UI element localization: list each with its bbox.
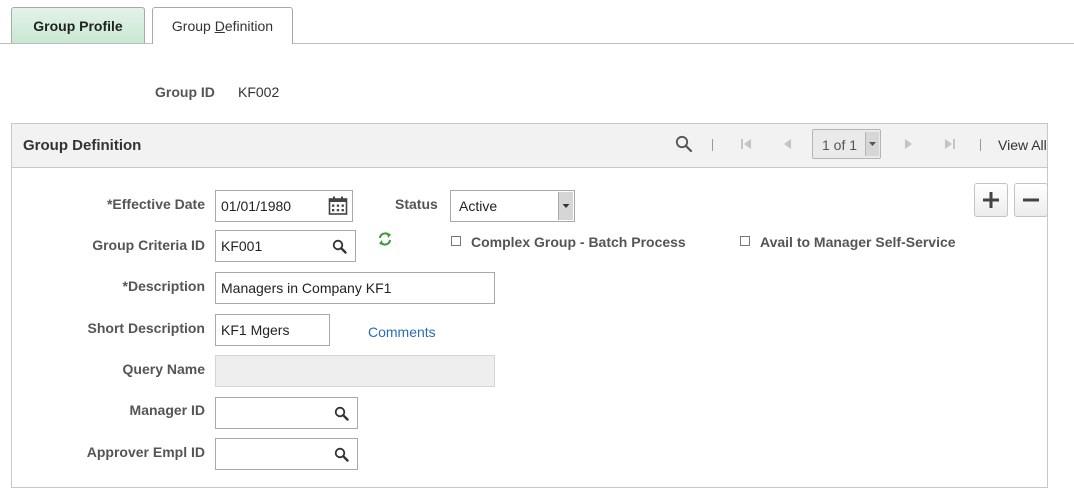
lookup-icon[interactable] [332, 239, 347, 254]
group-id-label: Group ID [155, 84, 215, 100]
last-page-icon[interactable] [943, 137, 957, 151]
effective-date-value: 01/01/1980 [221, 198, 292, 214]
refresh-icon[interactable] [377, 231, 393, 247]
manager-id-label: Manager ID [129, 402, 205, 418]
approver-label: Approver Empl ID [86, 444, 205, 460]
chevron-down-icon [869, 142, 876, 146]
comments-link[interactable]: Comments [368, 324, 436, 340]
status-value: Active [459, 198, 498, 214]
prev-page-icon[interactable] [780, 137, 794, 151]
status-dropdown-button[interactable] [558, 192, 573, 220]
lookup-icon[interactable] [334, 406, 349, 421]
effective-date-label: *Effective Date [106, 196, 205, 212]
panel-header: Group Definition 1 of 1 View All [12, 124, 1047, 168]
search-icon[interactable] [675, 135, 693, 153]
description-field[interactable]: Managers in Company KF1 [215, 272, 495, 304]
group-criteria-value: KF001 [221, 238, 263, 254]
tab-group-definition[interactable]: Group Definition [152, 7, 293, 44]
next-page-icon[interactable] [902, 137, 916, 151]
status-select[interactable]: Active [450, 190, 575, 222]
short-description-value: KF1 Mgers [221, 322, 290, 338]
group-criteria-field[interactable]: KF001 [215, 230, 356, 262]
delete-row-icon [1023, 198, 1039, 202]
panel-title: Group Definition [23, 137, 142, 154]
short-description-field[interactable]: KF1 Mgers [215, 314, 330, 346]
row-selector-dropdown[interactable] [865, 132, 879, 156]
row-selector[interactable]: 1 of 1 [812, 129, 881, 159]
toolbar-separator [980, 139, 981, 151]
add-row-button[interactable] [974, 183, 1008, 217]
group-id-value: KF002 [238, 84, 280, 100]
status-label: Status [395, 196, 438, 212]
complex-group-checkbox[interactable] [451, 236, 461, 246]
toolbar-separator [712, 139, 713, 151]
query-name-label: Query Name [122, 361, 205, 377]
add-row-icon [983, 192, 999, 208]
group-definition-panel: Group Definition 1 of 1 View All [11, 123, 1048, 488]
view-all-link[interactable]: View All [998, 137, 1047, 153]
tab-group-profile-label: Group Profile [33, 17, 123, 34]
row-counter: 1 of 1 [822, 137, 858, 153]
approver-field[interactable] [215, 438, 358, 470]
calendar-icon[interactable] [328, 196, 348, 216]
description-value: Managers in Company KF1 [221, 280, 392, 296]
manager-id-field[interactable] [215, 397, 358, 429]
first-page-icon[interactable] [739, 137, 753, 151]
chevron-down-icon [562, 204, 570, 208]
effective-date-field[interactable]: 01/01/1980 [215, 190, 353, 222]
group-criteria-label: Group Criteria ID [92, 237, 205, 253]
lookup-icon[interactable] [334, 447, 349, 462]
avail-manager-label: Avail to Manager Self-Service [760, 234, 956, 250]
tab-group-definition-label: Group Definition [171, 18, 274, 34]
tab-group-profile[interactable]: Group Profile [11, 7, 145, 43]
avail-manager-checkbox[interactable] [740, 236, 750, 246]
short-description-label: Short Description [87, 320, 205, 336]
complex-group-label: Complex Group - Batch Process [471, 234, 686, 250]
query-name-field [215, 355, 495, 387]
delete-row-button[interactable] [1014, 183, 1048, 217]
description-label: *Description [122, 278, 205, 294]
